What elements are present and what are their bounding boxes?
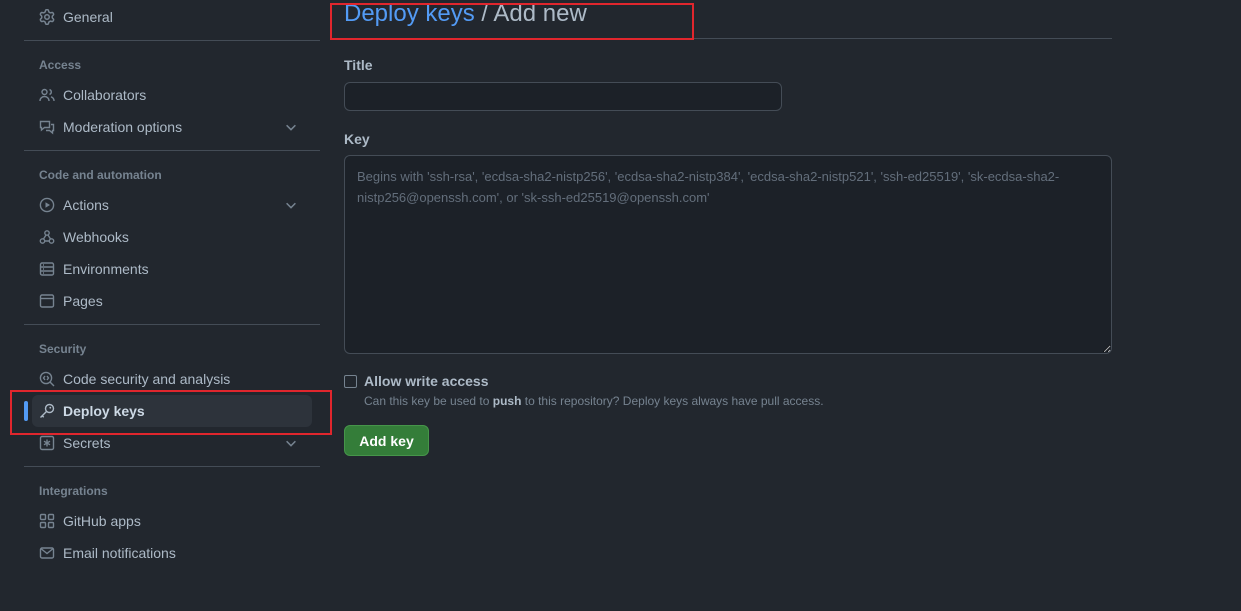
key-textarea[interactable] [344,155,1112,354]
sidebar-item-label: Environments [63,261,149,277]
sidebar-item-label: Webhooks [63,229,129,245]
sidebar-section-security: Security [39,342,87,356]
sidebar-item-label: Moderation options [63,119,183,135]
sidebar-item-collaborators[interactable]: Collaborators [32,79,312,111]
sidebar-item-github-apps[interactable]: GitHub apps [32,505,312,537]
gear-icon [39,9,55,25]
chevron-down-icon[interactable] [284,436,298,450]
sidebar-divider [24,150,320,151]
sidebar-item-label: Pages [63,293,103,309]
people-icon [39,87,55,103]
title-input[interactable] [344,82,782,111]
chevron-down-icon[interactable] [284,120,298,134]
apps-icon [39,513,55,529]
key-label: Key [344,131,370,147]
hint-text: to this repository? Deploy keys always h… [521,394,824,408]
play-icon [39,197,55,213]
mail-icon [39,545,55,561]
sidebar-item-label: Actions [63,197,109,213]
sidebar-item-webhooks[interactable]: Webhooks [32,221,312,253]
sidebar-section-access: Access [39,58,82,72]
sidebar-divider [24,40,320,41]
sidebar-item-label: Code security and analysis [63,371,231,387]
settings-page: General Access Collaborators Moderation … [0,0,1241,611]
add-key-button[interactable]: Add key [344,425,429,456]
sidebar-item-environments[interactable]: Environments [32,253,312,285]
browser-icon [39,293,55,309]
sidebar-divider [24,324,320,325]
hint-emphasis: push [492,394,522,408]
title-label: Title [344,57,373,73]
sidebar-divider [24,466,320,467]
write-access-hint: Can this key be used to push to this rep… [364,394,824,408]
sidebar-item-email-notifications[interactable]: Email notifications [32,537,312,569]
write-access-checkbox[interactable] [344,374,357,388]
server-icon [39,261,55,277]
sidebar-section-integrations: Integrations [39,484,108,498]
hint-text: Can this key be used to [364,394,493,408]
highlight-box [330,3,694,40]
sidebar-item-label: General [63,9,113,25]
sidebar-item-moderation-options[interactable]: Moderation options [32,111,312,143]
codescan-icon [39,371,55,387]
sidebar-item-actions[interactable]: Actions [32,189,312,221]
sidebar-item-general[interactable]: General [32,1,312,33]
sidebar-item-label: GitHub apps [63,513,141,529]
webhook-icon [39,229,55,245]
sidebar-item-label: Email notifications [63,545,176,561]
sidebar-item-label: Collaborators [63,87,147,103]
sidebar-item-pages[interactable]: Pages [32,285,312,317]
chevron-down-icon[interactable] [284,198,298,212]
sidebar-section-code-automation: Code and automation [39,168,162,182]
sidebar-item-label: Secrets [63,435,111,451]
highlight-box [10,390,332,435]
write-access-label[interactable]: Allow write access [364,373,489,389]
write-access-option: Allow write access [344,373,489,389]
asterisk-icon [39,435,55,451]
comment-discussion-icon [39,119,55,135]
